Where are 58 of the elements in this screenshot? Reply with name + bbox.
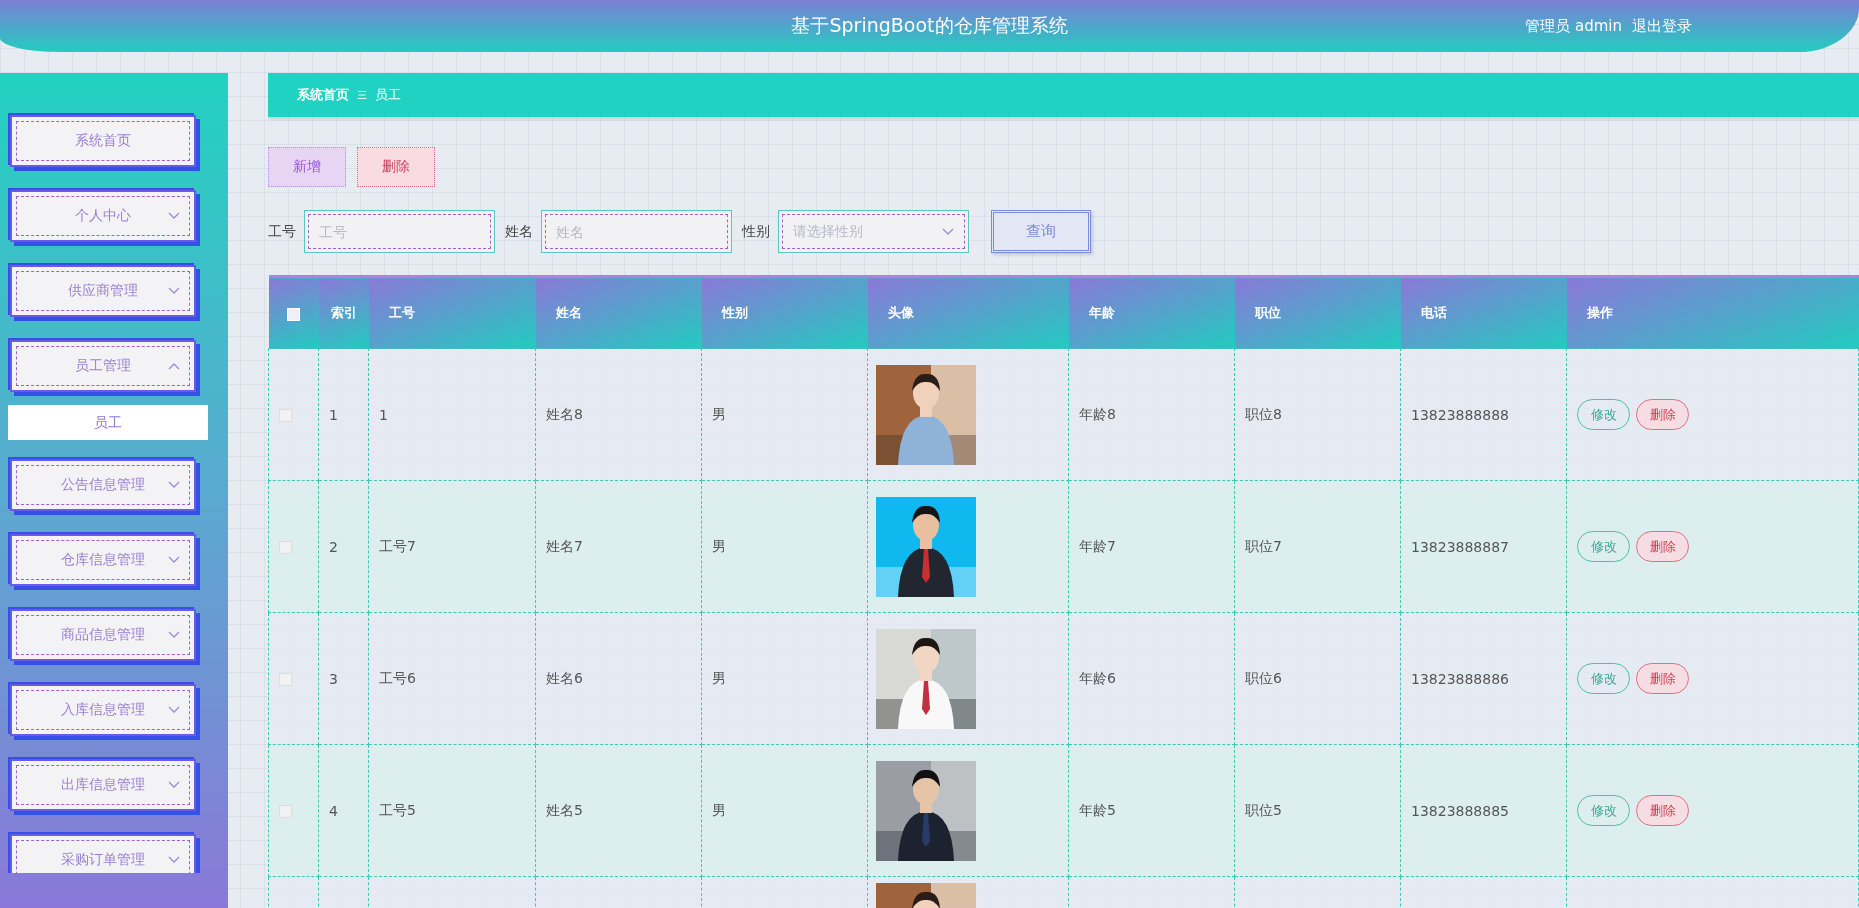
add-button[interactable]: 新增: [268, 147, 346, 187]
table-cell: 姓名8: [535, 348, 702, 481]
table-cell: 工号7: [368, 480, 536, 613]
table-cell: 1: [318, 348, 369, 481]
delete-button[interactable]: 删除: [1636, 531, 1689, 562]
field-label: 性别: [742, 222, 770, 241]
breadcrumb-link[interactable]: 员工: [375, 86, 401, 104]
table-cell: 工号5: [368, 744, 536, 877]
table-cell: 男: [701, 612, 868, 745]
table-cell: 13823888887: [1400, 480, 1567, 613]
column-header: 职位: [1234, 276, 1401, 349]
column-header: 工号: [368, 276, 536, 349]
table-cell: 年龄7: [1068, 480, 1235, 613]
table-cell: 姓名6: [535, 612, 702, 745]
delete-button[interactable]: 删除: [1636, 795, 1689, 826]
table-cell: 职位5: [1234, 744, 1401, 877]
table-cell: 职位8: [1234, 348, 1401, 481]
table-cell: 职位6: [1234, 612, 1401, 745]
field-label: 姓名: [505, 222, 533, 241]
table-cell: 2: [318, 480, 369, 613]
user-label: 管理员 admin: [1525, 16, 1622, 36]
column-header: 索引: [318, 276, 369, 349]
input-field[interactable]: 姓名: [541, 210, 732, 253]
table-cell: 13823888886: [1400, 612, 1567, 745]
chevron-icon: [942, 227, 954, 236]
logout-link[interactable]: 退出登录: [1632, 16, 1692, 36]
table-cell: 男: [701, 348, 868, 481]
table-cell: 职位7: [1234, 480, 1401, 613]
table-cell: 姓名7: [535, 480, 702, 613]
table-cell: 1: [368, 348, 536, 481]
select-all-checkbox[interactable]: [287, 307, 300, 321]
column-header: 年龄: [1068, 276, 1235, 349]
breadcrumb-link[interactable]: 系统首页: [297, 86, 349, 104]
column-header: 操作: [1566, 276, 1859, 349]
delete-button[interactable]: 删除: [1636, 399, 1689, 430]
field-label: 工号: [268, 222, 296, 241]
column-header: 头像: [867, 276, 1069, 349]
input-field[interactable]: 工号: [304, 210, 495, 253]
submenu-item[interactable]: 员工: [8, 405, 208, 440]
table-cell: 年龄6: [1068, 612, 1235, 745]
table-cell: 男: [701, 744, 868, 877]
table-cell: 男: [701, 480, 868, 613]
separator-icon: [357, 90, 367, 100]
table-cell: 姓名5: [535, 744, 702, 877]
table-cell: 13823888888: [1400, 348, 1567, 481]
table-cell: 工号6: [368, 612, 536, 745]
column-header: 姓名: [535, 276, 702, 349]
search-button[interactable]: 查询: [991, 210, 1091, 253]
table-cell: 3: [318, 612, 369, 745]
column-header: 性别: [701, 276, 868, 349]
delete-button[interactable]: 删除: [357, 147, 435, 187]
app-title: 基于SpringBoot的仓库管理系统: [791, 14, 1068, 36]
delete-button[interactable]: 删除: [1636, 663, 1689, 694]
table-cell: 年龄8: [1068, 348, 1235, 481]
column-header: 电话: [1400, 276, 1567, 349]
table-cell: 年龄5: [1068, 744, 1235, 877]
table-cell: 4: [318, 744, 369, 877]
table-cell: 13823888885: [1400, 744, 1567, 877]
